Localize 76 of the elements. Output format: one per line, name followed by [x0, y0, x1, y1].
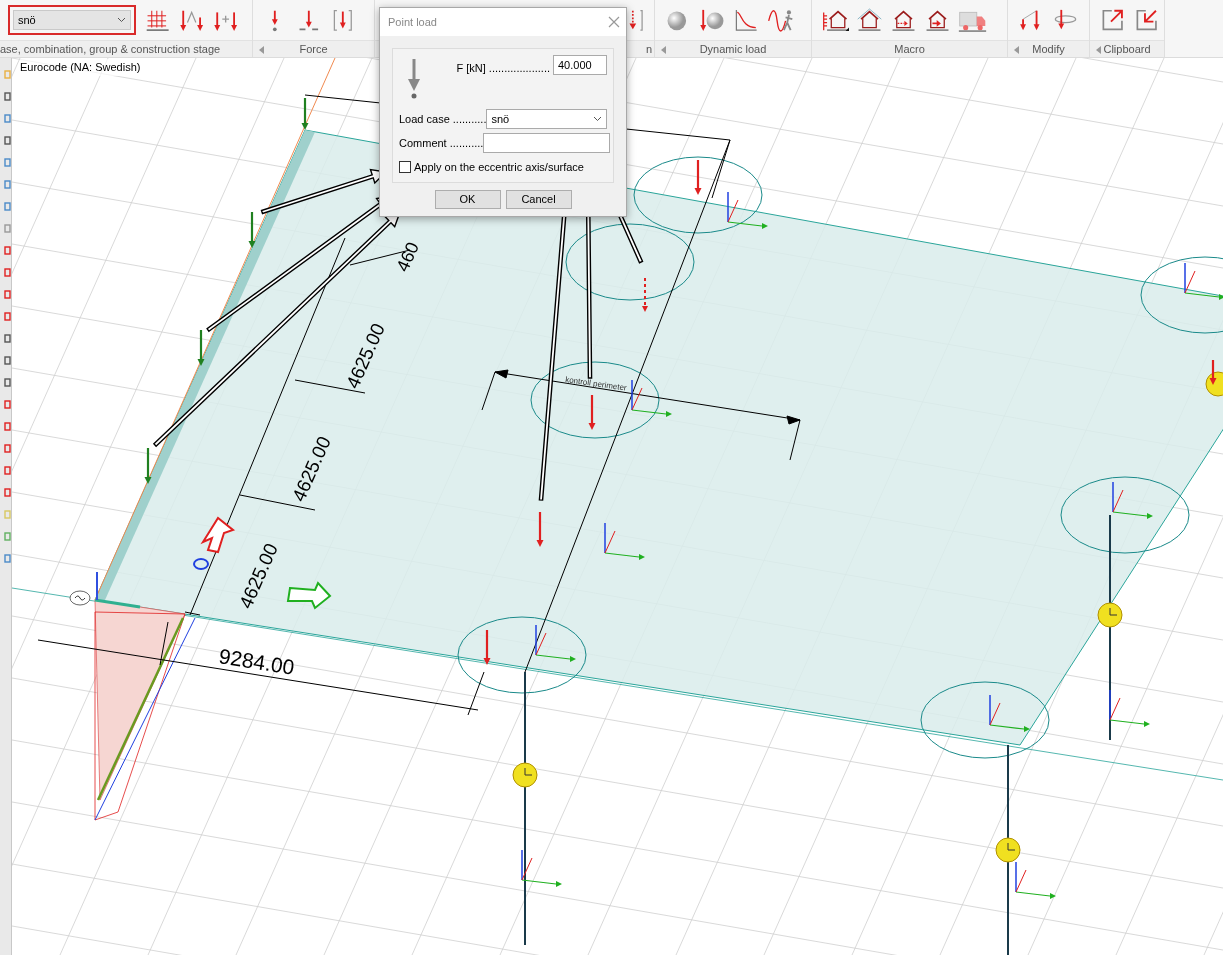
- perimeter-label: kontroll perimeter: [564, 375, 628, 393]
- dimension-label: 9284.00: [217, 644, 296, 679]
- arrow-sphere-icon[interactable]: [699, 7, 726, 33]
- tool-icon[interactable]: [4, 444, 11, 453]
- point-load-arrow: [536, 512, 544, 547]
- group-label: Clipboard: [1103, 41, 1151, 57]
- line-load-arrow: [248, 212, 256, 248]
- force-input[interactable]: 40.000: [553, 55, 607, 75]
- line-load-arrow: [197, 330, 205, 366]
- local-axes-icon: [727, 191, 768, 229]
- chevron-down-icon: [117, 17, 126, 23]
- comment-input[interactable]: [483, 133, 611, 153]
- tool-icon[interactable]: [4, 202, 11, 211]
- house-icon[interactable]: [856, 7, 883, 33]
- point-load-arrow: [642, 277, 648, 312]
- line-load-arrow: [301, 98, 309, 130]
- tool-icon[interactable]: [4, 312, 11, 321]
- group-label: ase, combination, group & construction stage: [0, 41, 221, 57]
- dimension-label: 460: [392, 239, 423, 275]
- tool-icon[interactable]: [4, 488, 11, 497]
- tool-icon[interactable]: [4, 400, 11, 409]
- tool-icon[interactable]: [4, 136, 11, 145]
- tool-icon[interactable]: [4, 92, 11, 101]
- tool-icon[interactable]: [4, 422, 11, 431]
- tool-icon[interactable]: [4, 158, 11, 167]
- tool-icon[interactable]: [4, 466, 11, 475]
- local-axes-icon: [1015, 861, 1056, 899]
- tool-icon[interactable]: [4, 268, 11, 277]
- comment-label: Comment ...........: [399, 135, 484, 151]
- load-case-label: Load case ...........: [399, 111, 487, 127]
- dialog-title: Point load: [388, 14, 437, 30]
- tool-icon[interactable]: [4, 246, 11, 255]
- tool-icon[interactable]: [4, 224, 11, 233]
- local-axes-icon: [1109, 689, 1150, 727]
- column-drawing: [1205, 371, 1223, 397]
- group-label: Modify: [1032, 41, 1065, 57]
- group-label: n: [645, 41, 652, 57]
- point-load-arrow: [694, 160, 702, 195]
- chevron-down-icon: [593, 116, 602, 122]
- local-axes-icon: [1184, 262, 1223, 300]
- tool-icon[interactable]: [4, 180, 11, 189]
- curve-graph-icon[interactable]: [733, 7, 760, 33]
- tool-icon[interactable]: [4, 532, 11, 541]
- local-axes-icon: [535, 624, 576, 662]
- group-label: Dynamic load: [699, 41, 767, 57]
- house-wind-icon[interactable]: [890, 7, 917, 33]
- tool-icon[interactable]: [4, 334, 11, 343]
- force-label: F [kN] ....................: [456, 61, 550, 76]
- group-label: Macro: [894, 41, 925, 57]
- close-icon[interactable]: [608, 16, 620, 28]
- local-axes-icon: [1112, 481, 1153, 519]
- point-load-arrow: [1209, 360, 1217, 385]
- tool-icon[interactable]: [4, 290, 11, 299]
- house-arrow-icon[interactable]: [924, 7, 951, 33]
- eccentric-label: Apply on the eccentric axis/surface: [414, 160, 584, 175]
- point-load-arrow: [588, 395, 596, 430]
- tool-icon[interactable]: [4, 356, 11, 365]
- local-axes-icon: [521, 849, 562, 887]
- dialog-button[interactable]: OK: [434, 189, 501, 209]
- point-load-icon: [407, 59, 421, 99]
- local-axes-icon: [604, 522, 645, 560]
- local-axes-icon: [989, 694, 1030, 732]
- point-load-arrow: [483, 630, 491, 665]
- dialog-button[interactable]: Cancel: [505, 189, 572, 209]
- tool-icon[interactable]: [4, 378, 11, 387]
- origin-marker: [69, 571, 141, 609]
- line-load-arrow: [144, 448, 152, 484]
- wave-walker-icon[interactable]: [767, 7, 794, 33]
- group-label: Force: [299, 41, 328, 57]
- load-case-select[interactable]: snö: [13, 10, 131, 30]
- eccentric-checkbox[interactable]: [399, 161, 411, 174]
- tool-icon[interactable]: [4, 114, 11, 123]
- design-code-label: Eurocode (NA: Swedish): [20, 59, 141, 76]
- load-case-dropdown[interactable]: snö: [486, 109, 607, 129]
- local-axes-icon: [631, 379, 672, 417]
- tool-icon[interactable]: [4, 554, 11, 563]
